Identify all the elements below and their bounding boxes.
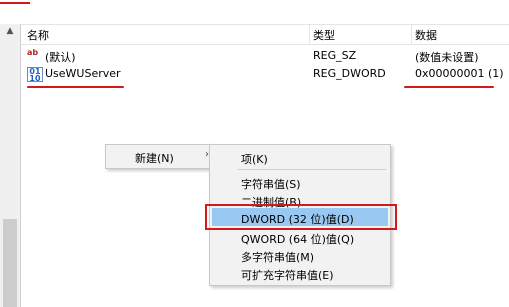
value-data: 0x00000001 (1) (415, 67, 504, 80)
column-header-type[interactable]: 类型 (313, 27, 335, 43)
list-item[interactable]: ab (默认) REG_SZ (数值未设置) (21, 47, 509, 65)
menu-item-new[interactable]: 新建(N) › (107, 146, 215, 167)
annotation-underline (27, 86, 124, 88)
column-header-data[interactable]: 数据 (415, 27, 437, 43)
menu-item-label: 新建(N) (135, 152, 174, 165)
scroll-thumb[interactable] (3, 219, 17, 307)
string-value-icon: ab (27, 48, 39, 57)
scroll-up-arrow-icon[interactable]: ▲ (5, 26, 15, 36)
value-type: REG_DWORD (313, 67, 386, 80)
menu-separator (238, 169, 386, 170)
column-header-name[interactable]: 名称 (27, 27, 49, 43)
annotation-highlight-box (205, 204, 397, 230)
annotation-mark (0, 2, 30, 4)
submenu-item-string-value[interactable]: 字符串值(S) (212, 173, 388, 191)
address-bar (0, 0, 509, 25)
submenu-item-expandable-string-value[interactable]: 可扩充字符串值(E) (212, 264, 388, 282)
column-divider[interactable] (411, 24, 412, 44)
value-type: REG_SZ (313, 49, 357, 62)
list-header: 名称 类型 数据 (21, 24, 509, 45)
submenu-item-qword-value[interactable]: QWORD (64 位)值(Q) (212, 228, 388, 246)
submenu-item-multi-string-value[interactable]: 多字符串值(M) (212, 246, 388, 264)
list-item[interactable]: 01 10 UseWUServer REG_DWORD 0x00000001 (1… (21, 65, 509, 83)
tree-pane-scrollbar[interactable]: ▲ (0, 24, 21, 307)
annotation-underline (404, 86, 494, 88)
value-name: UseWUServer (45, 67, 121, 80)
value-name: (默认) (45, 51, 76, 64)
column-divider[interactable] (309, 24, 310, 44)
submenu-item-key[interactable]: 项(K) (212, 148, 388, 166)
binary-value-icon: 01 10 (27, 67, 43, 83)
context-menu: 新建(N) › (105, 144, 217, 169)
value-data: (数值未设置) (415, 51, 479, 64)
